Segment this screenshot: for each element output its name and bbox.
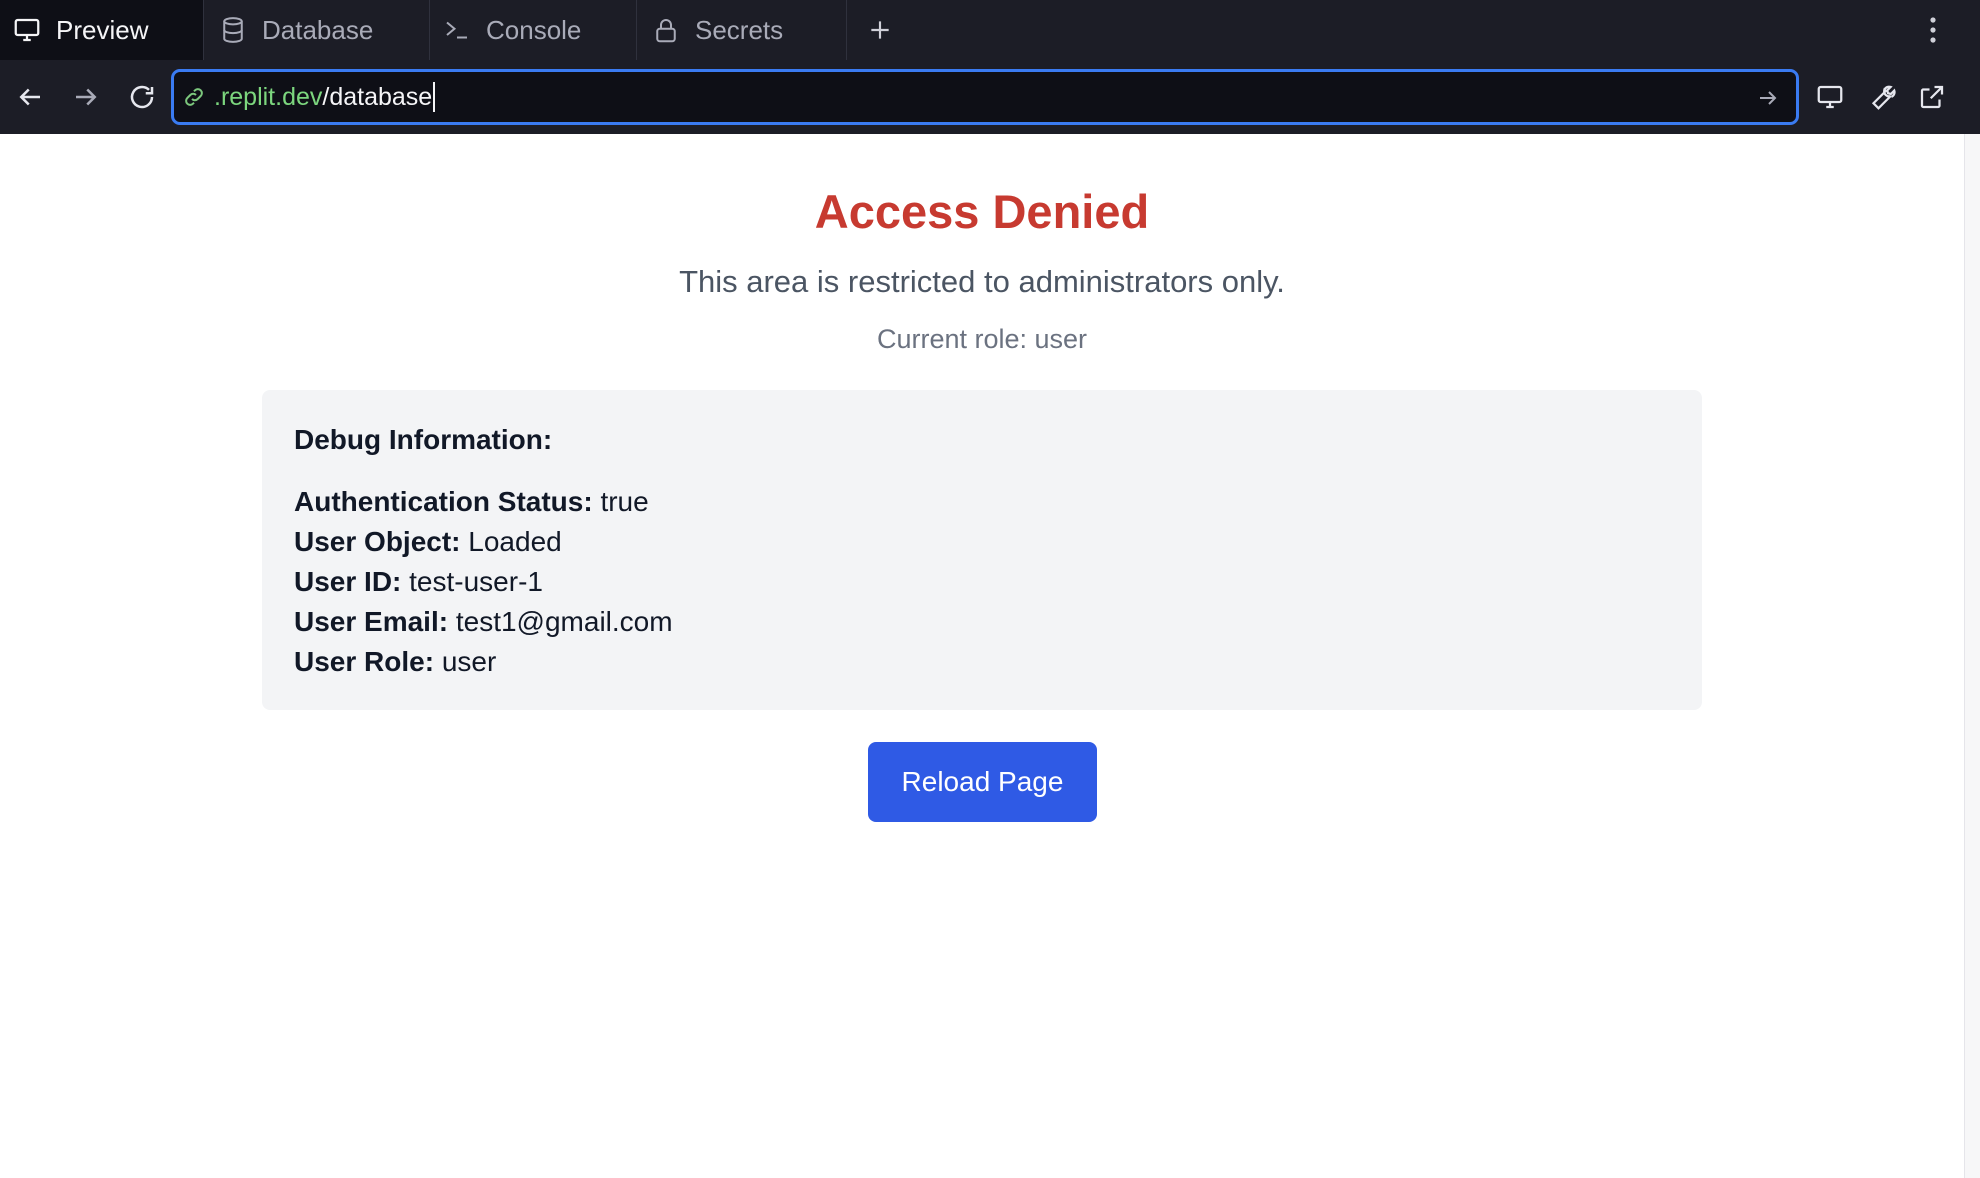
tab-label: Database (262, 14, 374, 45)
more-options-button[interactable] (1915, 12, 1951, 48)
debug-label: Authentication Status: (294, 486, 593, 517)
url-input[interactable]: .replit.dev/database (171, 69, 1799, 125)
debug-label: User Role: (294, 646, 435, 677)
tab-database[interactable]: Database (204, 0, 430, 60)
lock-icon (651, 15, 681, 45)
debug-label: User Object: (294, 526, 461, 557)
url-host: .replit.dev (214, 82, 323, 111)
open-new-tab-button[interactable] (1914, 79, 1950, 115)
tab-label: Preview (56, 14, 149, 45)
plus-icon (871, 21, 889, 39)
debug-value: Loaded (460, 526, 562, 557)
reload-page-button[interactable]: Reload Page (868, 742, 1097, 822)
wrench-icon (1871, 85, 1896, 110)
debug-panel: Debug Information: Authentication Status… (262, 390, 1702, 710)
debug-row-user-email: User Email: test1@gmail.com (294, 602, 1670, 642)
debug-row-user-role: User Role: user (294, 642, 1670, 682)
devtools-button[interactable] (1863, 79, 1899, 115)
tab-label: Secrets (695, 14, 784, 45)
database-icon (218, 15, 248, 45)
debug-row-auth-status: Authentication Status: true (294, 482, 1670, 522)
reload-button[interactable] (124, 79, 160, 115)
tab-console[interactable]: Console (430, 0, 637, 60)
tab-label: Console (486, 14, 582, 45)
address-toolbar: .replit.dev/database (0, 60, 1980, 134)
kebab-menu-icon (1930, 17, 1936, 43)
add-tab-button[interactable] (860, 10, 900, 50)
terminal-icon (442, 15, 472, 45)
device-preview-button[interactable] (1812, 79, 1848, 115)
current-role-text: Current role: user (876, 324, 1088, 354)
arrow-right-icon (1760, 91, 1777, 105)
url-path: /database (322, 82, 433, 111)
arrow-left-icon (19, 88, 40, 106)
tab-secrets[interactable]: Secrets (637, 0, 847, 60)
monitor-icon (12, 15, 42, 45)
link-icon (182, 83, 210, 111)
debug-row-user-id: User ID: test-user-1 (294, 562, 1670, 602)
back-button[interactable] (12, 79, 48, 115)
vertical-scrollbar[interactable] (1964, 134, 1980, 1178)
page-subtitle: This area is restricted to administrator… (679, 264, 1285, 299)
refresh-icon (130, 85, 154, 109)
debug-row-user-object: User Object: Loaded (294, 522, 1670, 562)
debug-value: test1@gmail.com (448, 606, 673, 637)
text-caret (433, 82, 436, 112)
go-button[interactable] (1754, 84, 1782, 112)
external-link-icon (1920, 85, 1944, 109)
tab-bar: Preview Database Console Secrets (0, 0, 1980, 60)
debug-label: User ID: (294, 566, 402, 597)
page-title: Access Denied (814, 185, 1150, 238)
debug-value: test-user-1 (401, 566, 543, 597)
monitor-icon (1817, 85, 1843, 109)
forward-button[interactable] (68, 79, 104, 115)
debug-label: User Email: (294, 606, 449, 637)
preview-page: Access Denied This area is restricted to… (0, 134, 1964, 1178)
tab-preview[interactable]: Preview (0, 0, 204, 60)
debug-heading: Debug Information: (294, 424, 553, 455)
arrow-right-icon (76, 88, 97, 106)
debug-value: true (592, 486, 649, 517)
debug-value: user (434, 646, 497, 677)
